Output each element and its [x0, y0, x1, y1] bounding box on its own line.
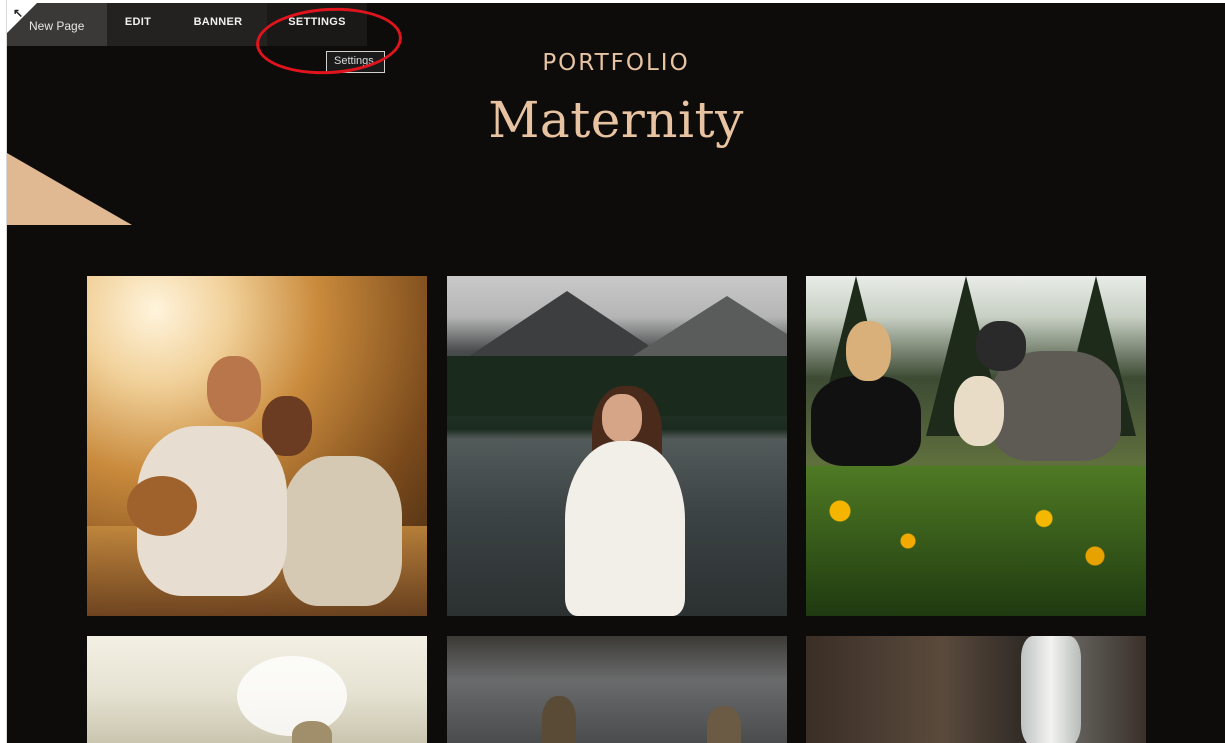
person-figure [542, 696, 576, 743]
gallery-photo-waterfall[interactable] [806, 636, 1146, 743]
waterfall [1021, 636, 1081, 743]
expand-arrow-icon[interactable]: ↖ [13, 6, 23, 20]
sun-glow [237, 656, 347, 736]
gallery-photo-couple-guitar[interactable] [87, 276, 427, 616]
person-head [292, 721, 332, 743]
page-eyebrow: PORTFOLIO [542, 50, 690, 76]
woman-figure [811, 376, 921, 466]
wildflower-meadow [806, 466, 1146, 616]
woman-head [846, 321, 891, 381]
page-title: Maternity [488, 91, 744, 149]
woman-figure [282, 456, 402, 606]
page-name-label: New Page [29, 18, 85, 33]
decorative-triangle [7, 153, 132, 225]
page-name-tab[interactable]: ↖ New Page [7, 3, 107, 46]
gallery-photo-couple-dog[interactable] [806, 276, 1146, 616]
dog [954, 376, 1004, 446]
man-head [976, 321, 1026, 371]
gallery-photo-reflection[interactable] [447, 636, 787, 743]
white-dress [565, 441, 685, 616]
woman-face [602, 394, 642, 442]
window-left-edge [0, 0, 7, 743]
man-head [207, 356, 261, 422]
gallery-photo-lake-maternity[interactable] [447, 276, 787, 616]
person-figure [707, 706, 741, 743]
edit-button-label: EDIT [124, 16, 152, 28]
edit-button[interactable]: EDIT [107, 3, 169, 46]
banner-button-label: BANNER [193, 16, 243, 28]
banner-button[interactable]: BANNER [169, 3, 267, 46]
portfolio-page: ↖ New Page EDIT BANNER SETTINGS Settings… [7, 3, 1225, 743]
gallery-photo-sunlit-field[interactable] [87, 636, 427, 743]
guitar [127, 476, 197, 536]
